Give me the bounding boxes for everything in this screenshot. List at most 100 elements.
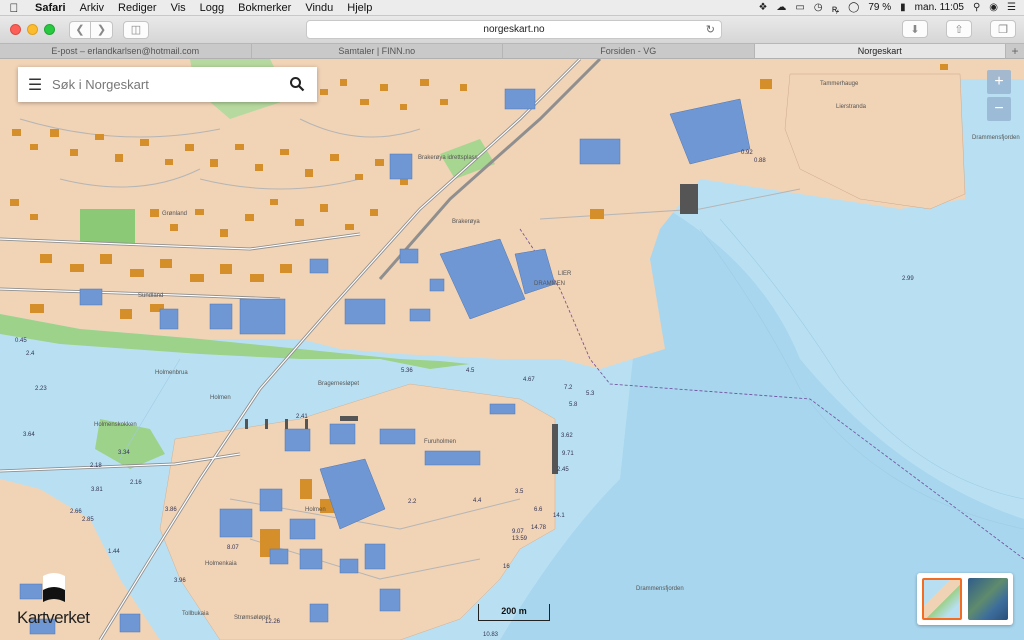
- bluetooth-icon[interactable]: ꝶ: [832, 1, 840, 15]
- tab-vg[interactable]: Forsiden - VG: [503, 44, 755, 58]
- map-label: Drammensfjorden: [972, 135, 1020, 141]
- menu-bokmerker[interactable]: Bokmerker: [231, 2, 298, 14]
- logo-text: Kartverket: [17, 608, 90, 627]
- depth-label: 2.18: [90, 463, 102, 469]
- menu-arkiv[interactable]: Arkiv: [73, 2, 111, 14]
- depth-label: 5.8: [569, 402, 578, 408]
- safari-toolbar: ❮ ❯ ◫ norgeskart.no ↻ ⬇ ⇧ ❐: [0, 16, 1024, 43]
- depth-label: 4.4: [473, 498, 482, 504]
- close-window-button[interactable]: [10, 24, 21, 35]
- map-canvas[interactable]: Lierstranda Drammensfjorden Drammensfjor…: [0, 59, 1024, 640]
- menu-rediger[interactable]: Rediger: [111, 2, 164, 14]
- depth-label: 5.3: [586, 391, 595, 397]
- map-label: Brakerøya idrettsplass: [418, 155, 478, 161]
- dropbox-icon[interactable]: ❖: [758, 2, 767, 13]
- tab-norgeskart[interactable]: Norgeskart: [754, 44, 1006, 58]
- battery-icon[interactable]: ▮: [900, 2, 906, 13]
- layer-satellite-thumb[interactable]: [968, 578, 1008, 620]
- depth-label: 0.92: [741, 150, 753, 156]
- menu-vis[interactable]: Vis: [164, 2, 193, 14]
- depth-label: 2.66: [70, 509, 82, 515]
- map-label: Tammerhauge: [820, 81, 859, 87]
- depth-label: 2.23: [35, 386, 47, 392]
- map-label: Lierstranda: [836, 104, 867, 110]
- tab-finn[interactable]: Samtaler | FINN.no: [252, 44, 503, 58]
- map-label: Holmenkaia: [205, 561, 237, 567]
- depth-label: 10.83: [483, 632, 499, 638]
- depth-label: 0.88: [754, 158, 766, 164]
- depth-label: 2.41: [296, 414, 308, 420]
- tab-bar: E-post – erlandkarlsen@hotmail.com Samta…: [0, 43, 1024, 59]
- map-label: Brakerøya: [452, 219, 480, 225]
- time-machine-icon[interactable]: ◷: [814, 2, 823, 13]
- creative-cloud-icon[interactable]: ☁: [776, 2, 786, 13]
- depth-label: 3.34: [118, 450, 130, 456]
- zoom-in-button[interactable]: +: [987, 70, 1011, 94]
- map-label: Furuholmen: [424, 439, 457, 445]
- kartverket-mark-icon: [43, 573, 65, 602]
- depth-label: 16: [503, 564, 510, 570]
- minimize-window-button[interactable]: [27, 24, 38, 35]
- menu-hjelp[interactable]: Hjelp: [340, 2, 379, 14]
- depth-label: 14.1: [553, 513, 565, 519]
- toolbar-right: ⬇ ⇧ ❐: [892, 20, 1016, 38]
- depth-label: 2.2: [408, 499, 417, 505]
- zoom-out-button[interactable]: −: [987, 97, 1011, 121]
- depth-label: 4.5: [466, 368, 475, 374]
- apple-menu-icon[interactable]: : [0, 1, 28, 15]
- map-label: Sundland: [138, 293, 164, 299]
- share-icon: ⇧: [954, 23, 964, 36]
- menu-logg[interactable]: Logg: [193, 2, 231, 14]
- airplay-icon[interactable]: ▭: [795, 2, 804, 13]
- back-button[interactable]: ❮: [69, 20, 91, 39]
- wifi-icon[interactable]: ◯: [848, 2, 859, 13]
- search-input[interactable]: [52, 77, 282, 92]
- depth-label: 1.44: [108, 549, 120, 555]
- forward-button[interactable]: ❯: [91, 20, 113, 39]
- user-avatar-icon[interactable]: ◉: [989, 2, 998, 13]
- depth-label: 5.36: [401, 368, 413, 374]
- share-button[interactable]: ⇧: [946, 20, 972, 38]
- depth-label: 9.07: [512, 529, 524, 535]
- tab-email[interactable]: E-post – erlandkarlsen@hotmail.com: [0, 44, 252, 58]
- hamburger-menu-icon[interactable]: ☰: [18, 75, 52, 95]
- chevron-left-icon: ❮: [75, 24, 85, 36]
- url-text: norgeskart.no: [483, 24, 545, 35]
- map-graphics: [0, 59, 1024, 640]
- spotlight-icon[interactable]: ⚲: [973, 2, 980, 13]
- address-bar[interactable]: norgeskart.no ↻: [306, 20, 722, 39]
- chevron-right-icon: ❯: [96, 24, 107, 36]
- map-label: Holmen: [210, 395, 231, 401]
- depth-label: 9.71: [562, 451, 574, 457]
- kartverket-logo[interactable]: Kartverket: [17, 570, 97, 630]
- depth-label: 4.67: [523, 377, 535, 383]
- downloads-button[interactable]: ⬇: [902, 20, 928, 38]
- menu-vindu[interactable]: Vindu: [298, 2, 340, 14]
- menu-app-safari[interactable]: Safari: [28, 2, 73, 14]
- status-area: ❖ ☁ ▭ ◷ ꝶ ◯ 79 % ▮ man. 11:05 ⚲ ◉ ☰: [758, 1, 1024, 15]
- tabs-icon: ❐: [998, 23, 1008, 36]
- window-controls: [10, 24, 55, 35]
- depth-label: 8.07: [227, 545, 239, 551]
- depth-label: 14.78: [531, 525, 547, 531]
- depth-label: 2.4: [26, 351, 35, 357]
- depth-label: 3.96: [174, 578, 186, 584]
- map-label: Tollbukaia: [182, 611, 209, 617]
- search-panel: ☰: [18, 67, 317, 102]
- layer-topographic-thumb[interactable]: [922, 578, 962, 620]
- depth-label: 12.26: [265, 619, 281, 625]
- battery-percent: 79 %: [868, 2, 892, 13]
- depth-label: 3.64: [23, 432, 35, 438]
- reload-icon[interactable]: ↻: [706, 23, 715, 36]
- sidebar-toggle-button[interactable]: ◫: [123, 20, 149, 39]
- depth-label: 13.59: [512, 536, 528, 542]
- zoom-window-button[interactable]: [44, 24, 55, 35]
- new-tab-button[interactable]: +: [1006, 44, 1024, 58]
- tab-overview-button[interactable]: ❐: [990, 20, 1016, 38]
- notification-center-icon[interactable]: ☰: [1007, 2, 1016, 13]
- map-label: Holmenbrua: [155, 370, 188, 376]
- map-label: Holmen: [305, 507, 326, 513]
- search-icon[interactable]: [289, 76, 305, 97]
- map-label: DRAMMEN: [534, 281, 565, 287]
- clock[interactable]: man. 11:05: [915, 2, 964, 13]
